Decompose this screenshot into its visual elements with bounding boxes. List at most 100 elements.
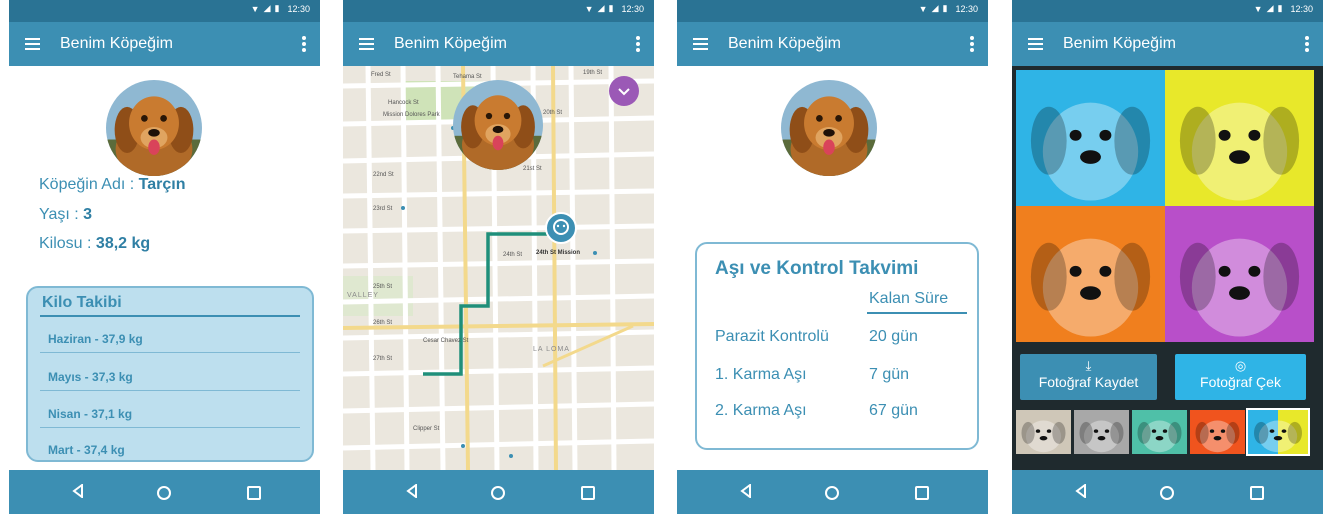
battery-icon: ▮ bbox=[1277, 3, 1283, 13]
map-street-label: 25th St bbox=[373, 284, 393, 290]
map-street-label: 23rd St bbox=[373, 206, 393, 212]
app-bar: Benim Köpeğim bbox=[9, 22, 320, 66]
status-bar: ▼ ◢ ▮ 12:30 bbox=[343, 0, 654, 22]
vaccination-remaining: 20 gün bbox=[869, 328, 918, 345]
dog-location-pin-icon[interactable] bbox=[545, 212, 577, 244]
map-area-label: LA LOMA bbox=[533, 346, 570, 353]
weight-list-item[interactable]: Nisan - 37,1 kg bbox=[48, 407, 132, 421]
dog-weight-label: Kilosu : bbox=[39, 235, 96, 252]
more-vert-icon[interactable] bbox=[302, 36, 306, 52]
divider bbox=[40, 352, 300, 353]
profile-content: Köpeğin Adı : Tarçın Yaşı : 3 Kilosu : 3… bbox=[9, 66, 320, 470]
map-view[interactable]: Fred St Tehama St Mission Dolores Park H… bbox=[343, 66, 654, 470]
recent-apps-icon[interactable] bbox=[1250, 486, 1264, 500]
menu-icon[interactable] bbox=[1028, 38, 1043, 50]
android-nav-bar bbox=[1012, 470, 1323, 514]
recent-apps-icon[interactable] bbox=[915, 486, 929, 500]
save-photo-button[interactable]: ⤓ Fotoğraf Kaydet bbox=[1020, 354, 1157, 400]
map-street-label: 22nd St bbox=[373, 172, 394, 178]
dog-name-value: Tarçın bbox=[138, 176, 186, 193]
battery-icon: ▮ bbox=[608, 3, 614, 13]
back-icon[interactable] bbox=[739, 484, 753, 498]
map-street-label: Cesar Chavez St bbox=[423, 338, 469, 344]
dog-name-label: Köpeğin Adı : bbox=[39, 176, 139, 193]
dog-name-row: Köpeğin Adı : Tarçın bbox=[39, 176, 185, 194]
map-street-label: 26th St bbox=[373, 320, 393, 326]
vaccination-card: Aşı ve Kontrol Takvimi Kalan Süre Parazi… bbox=[695, 242, 979, 450]
menu-icon[interactable] bbox=[25, 38, 40, 50]
divider bbox=[40, 390, 300, 391]
android-nav-bar bbox=[9, 470, 320, 514]
android-nav-bar bbox=[677, 470, 988, 514]
back-icon[interactable] bbox=[1074, 484, 1088, 498]
map-content: Fred St Tehama St Mission Dolores Park H… bbox=[343, 66, 654, 470]
map-street-label: Mission Dolores Park bbox=[383, 112, 440, 118]
vaccination-title: Aşı ve Kontrol Takvimi bbox=[715, 258, 919, 279]
dog-age-row: Yaşı : 3 bbox=[39, 206, 92, 224]
recent-apps-icon[interactable] bbox=[581, 486, 595, 500]
home-icon[interactable] bbox=[1160, 486, 1174, 500]
map-street-label: 20th St bbox=[543, 110, 563, 116]
dog-avatar bbox=[106, 80, 202, 176]
take-photo-label: Fotoğraf Çek bbox=[1200, 374, 1281, 390]
save-photo-label: Fotoğraf Kaydet bbox=[1038, 374, 1139, 390]
more-vert-icon[interactable] bbox=[970, 36, 974, 52]
map-street-label: Fred St bbox=[371, 72, 391, 78]
status-time: 12:30 bbox=[621, 3, 644, 14]
status-bar: ▼ ◢ ▮ 12:30 bbox=[1012, 0, 1323, 22]
map-street-label: Tehama St bbox=[453, 74, 482, 80]
dog-age-label: Yaşı : bbox=[39, 206, 84, 223]
back-icon[interactable] bbox=[405, 484, 419, 498]
status-bar: ▼ ◢ ▮ 12:30 bbox=[9, 0, 320, 22]
filtered-photo-yellow[interactable] bbox=[1165, 70, 1314, 206]
weight-list-item[interactable]: Haziran - 37,9 kg bbox=[48, 332, 143, 346]
filter-thumbnail[interactable] bbox=[1132, 410, 1187, 454]
signal-icon: ◢ bbox=[263, 3, 271, 13]
vaccination-remaining: 67 gün bbox=[869, 402, 918, 419]
phone-screen-profile: ▼ ◢ ▮ 12:30 Benim Köpeğim Köpeğin Adı : … bbox=[9, 0, 320, 514]
dog-avatar bbox=[781, 80, 877, 176]
back-icon[interactable] bbox=[71, 484, 85, 498]
map-street-label: Hancock St bbox=[388, 100, 419, 106]
filtered-photo-cyan[interactable] bbox=[1016, 70, 1165, 206]
more-vert-icon[interactable] bbox=[1305, 36, 1309, 52]
divider bbox=[40, 315, 300, 317]
camera-icon: ◎ bbox=[1234, 358, 1247, 373]
weight-list-item[interactable]: Mart - 37,4 kg bbox=[48, 443, 125, 457]
home-icon[interactable] bbox=[825, 486, 839, 500]
app-bar: Benim Köpeğim bbox=[1012, 22, 1323, 66]
vaccination-name: 2. Karma Aşı bbox=[715, 402, 807, 419]
home-icon[interactable] bbox=[157, 486, 171, 500]
recent-apps-icon[interactable] bbox=[247, 486, 261, 500]
filtered-photo-purple[interactable] bbox=[1165, 206, 1314, 342]
vaccination-remaining: 7 gün bbox=[869, 366, 910, 383]
filter-thumbnail[interactable] bbox=[1016, 410, 1071, 454]
signal-icon: ◢ bbox=[597, 3, 605, 13]
status-time: 12:30 bbox=[955, 3, 978, 14]
wifi-icon: ▼ bbox=[250, 3, 260, 14]
menu-icon[interactable] bbox=[693, 38, 708, 50]
map-street-label: 24th St Mission bbox=[536, 250, 581, 256]
app-title: Benim Köpeğim bbox=[60, 35, 173, 52]
wifi-icon: ▼ bbox=[918, 3, 928, 14]
take-photo-button[interactable]: ◎ Fotoğraf Çek bbox=[1175, 354, 1306, 400]
app-bar: Benim Köpeğim bbox=[677, 22, 988, 66]
wifi-icon: ▼ bbox=[584, 3, 594, 14]
weight-tracking-card: Kilo Takibi Haziran - 37,9 kg Mayıs - 37… bbox=[26, 286, 314, 462]
menu-icon[interactable] bbox=[359, 38, 374, 50]
more-vert-icon[interactable] bbox=[636, 36, 640, 52]
filtered-photo-orange[interactable] bbox=[1016, 206, 1165, 342]
filter-thumbnail[interactable] bbox=[1190, 410, 1245, 454]
filter-thumbnail[interactable] bbox=[1074, 410, 1129, 454]
dog-age-value: 3 bbox=[83, 206, 93, 223]
filter-thumbnail-selected[interactable] bbox=[1246, 408, 1310, 456]
weight-list-item[interactable]: Mayıs - 37,3 kg bbox=[48, 370, 133, 384]
photo-content: ⤓ Fotoğraf Kaydet ◎ Fotoğraf Çek bbox=[1012, 66, 1323, 470]
vaccination-name: Parazit Kontrolü bbox=[715, 328, 829, 345]
home-icon[interactable] bbox=[491, 486, 505, 500]
vaccination-content: Aşı ve Kontrol Takvimi Kalan Süre Parazi… bbox=[677, 66, 988, 470]
chevron-down-icon[interactable] bbox=[609, 76, 639, 106]
status-time: 12:30 bbox=[287, 3, 310, 14]
battery-icon: ▮ bbox=[274, 3, 280, 13]
map-area-label: VALLEY bbox=[347, 292, 379, 299]
